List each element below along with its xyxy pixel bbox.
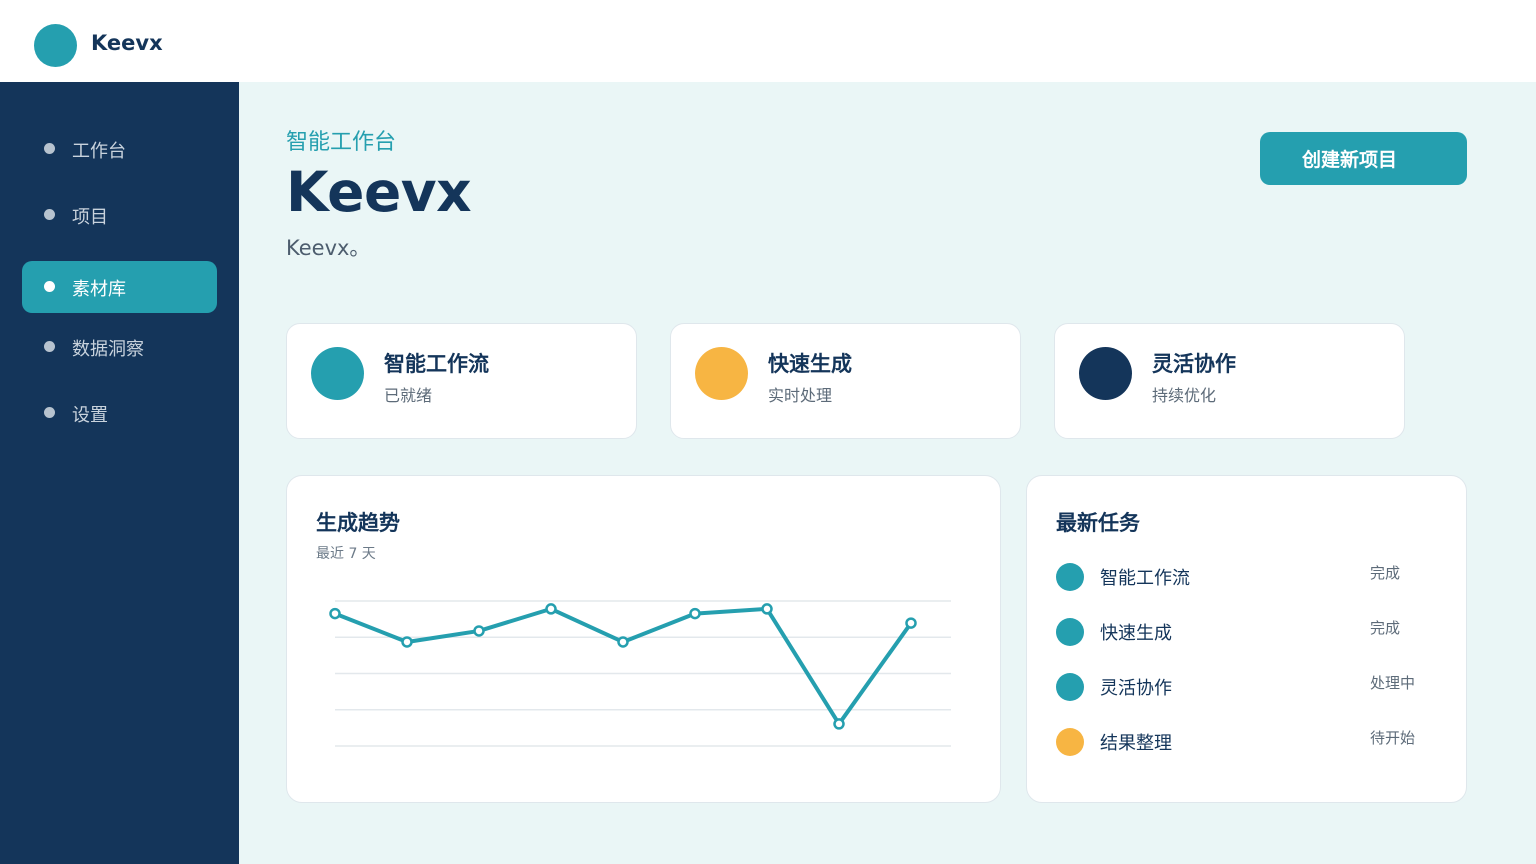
task-name: 灵活协作: [1100, 678, 1172, 699]
trend-panel: 生成趋势 最近 7 天: [286, 475, 1001, 803]
logo-text[interactable]: Keevx: [91, 31, 163, 55]
chart-point[interactable]: [617, 636, 629, 648]
bullet-icon: [44, 341, 55, 352]
trend-panel-subtitle: 最近 7 天: [316, 546, 376, 562]
sidebar-item-projects[interactable]: 项目: [22, 189, 217, 241]
feature-card-collaboration[interactable]: 灵活协作 持续优化: [1054, 323, 1405, 439]
task-status: 完成: [1370, 619, 1401, 637]
status-dot-icon: [695, 347, 748, 400]
logo-icon[interactable]: [34, 24, 77, 67]
task-status-dot-icon: [1056, 563, 1084, 591]
page-title: Keevx: [286, 160, 472, 224]
sidebar-item-label: 数据洞察: [72, 339, 144, 360]
task-item[interactable]: 快速生成 完成: [1056, 617, 1436, 647]
feature-card-workflow[interactable]: 智能工作流 已就绪: [286, 323, 637, 439]
sidebar-item-label: 工作台: [72, 141, 126, 162]
sidebar-item-settings[interactable]: 设置: [22, 387, 217, 439]
sidebar-item-label: 素材库: [72, 279, 126, 300]
task-name: 智能工作流: [1100, 568, 1190, 589]
trend-panel-title: 生成趋势: [316, 511, 400, 535]
task-status: 待开始: [1370, 729, 1416, 747]
chart-point[interactable]: [833, 718, 845, 730]
tasks-panel: 最新任务 智能工作流 完成 快速生成 完成 灵活协作 处理中 结果整理 待开始: [1026, 475, 1467, 803]
sidebar: 工作台 项目 素材库 数据洞察 设置: [0, 82, 239, 864]
tasks-panel-title: 最新任务: [1056, 511, 1140, 535]
feature-card-generation[interactable]: 快速生成 实时处理: [670, 323, 1021, 439]
bullet-icon: [44, 281, 55, 292]
card-subtitle: 持续优化: [1152, 386, 1217, 405]
task-status-dot-icon: [1056, 673, 1084, 701]
page-description: Keevx。: [286, 236, 371, 260]
task-status-dot-icon: [1056, 728, 1084, 756]
card-subtitle: 已就绪: [384, 386, 433, 405]
task-item[interactable]: 智能工作流 完成: [1056, 562, 1436, 592]
card-title: 快速生成: [768, 352, 852, 376]
sidebar-item-workbench[interactable]: 工作台: [22, 123, 217, 175]
status-dot-icon: [1079, 347, 1132, 400]
sidebar-item-assets[interactable]: 素材库: [22, 261, 217, 313]
chart-point[interactable]: [545, 603, 557, 615]
task-name: 结果整理: [1100, 733, 1172, 754]
task-name: 快速生成: [1100, 623, 1172, 644]
bullet-icon: [44, 143, 55, 154]
chart-point[interactable]: [401, 636, 413, 648]
status-dot-icon: [311, 347, 364, 400]
sidebar-item-label: 项目: [72, 207, 108, 228]
task-status: 处理中: [1370, 674, 1416, 692]
task-status: 完成: [1370, 564, 1401, 582]
top-bar: Keevx: [0, 0, 1536, 82]
page-subtitle: 智能工作台: [286, 130, 397, 155]
bullet-icon: [44, 407, 55, 418]
chart-point[interactable]: [761, 603, 773, 615]
sidebar-item-label: 设置: [72, 405, 108, 426]
task-item[interactable]: 结果整理 待开始: [1056, 727, 1436, 757]
chart-point[interactable]: [329, 607, 341, 620]
create-project-button[interactable]: 创建新项目: [1260, 132, 1467, 185]
chart-point[interactable]: [905, 617, 917, 629]
chart-point[interactable]: [689, 607, 701, 620]
bullet-icon: [44, 209, 55, 220]
sidebar-item-insights[interactable]: 数据洞察: [22, 321, 217, 373]
task-status-dot-icon: [1056, 618, 1084, 646]
task-item[interactable]: 灵活协作 处理中: [1056, 672, 1436, 702]
chart-series-line: [334, 606, 913, 726]
card-title: 灵活协作: [1152, 352, 1236, 376]
card-title: 智能工作流: [384, 352, 489, 376]
chart-point[interactable]: [473, 625, 485, 637]
card-subtitle: 实时处理: [768, 386, 833, 405]
